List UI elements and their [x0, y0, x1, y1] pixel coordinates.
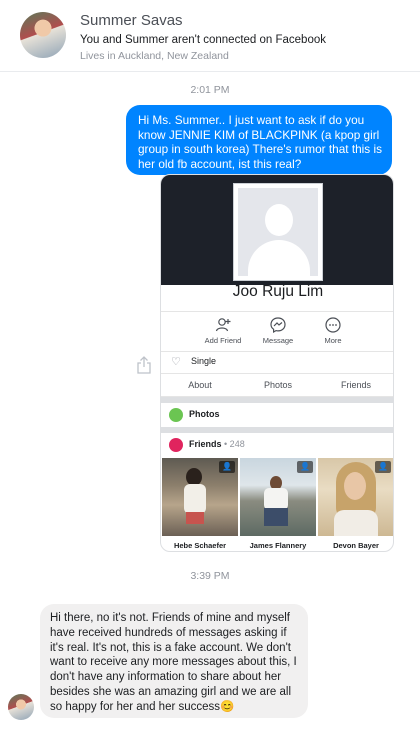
friends-label-text: Friends — [189, 439, 222, 449]
friends-section-header: Friends • 248 — [161, 433, 393, 457]
friend-photo: 👤 — [240, 458, 316, 536]
friend-badge-icon: 👤 — [375, 461, 391, 473]
friends-section-label: Friends • 248 — [189, 439, 245, 449]
share-icon[interactable] — [136, 356, 152, 374]
more-button: More — [303, 312, 363, 345]
profile-tabs: About Photos Friends — [161, 373, 393, 397]
friend-card: 👤 James Flannery — [240, 458, 316, 550]
default-head-silhouette — [265, 204, 293, 236]
message-label: Message — [262, 336, 294, 345]
relationship-row: ♡ Single — [161, 351, 393, 371]
contact-location: Lives in Auckland, New Zealand — [80, 50, 229, 62]
friend-card: 👤 Hebe Schaefer — [162, 458, 238, 550]
add-friend-label: Add Friend — [204, 336, 242, 345]
timestamp: 2:01 PM — [190, 84, 230, 96]
photos-section-header: Photos — [161, 403, 393, 427]
profile-actions: Add Friend Message More — [161, 311, 393, 349]
add-friend-icon — [215, 318, 231, 332]
friend-photo: 👤 — [162, 458, 238, 536]
conversation-header: Summer Savas You and Summer aren't conne… — [0, 0, 420, 72]
friend-badge-icon: 👤 — [297, 461, 313, 473]
timestamp: 3:39 PM — [190, 570, 230, 582]
add-friend-button: Add Friend — [193, 312, 253, 345]
heart-icon: ♡ — [171, 356, 181, 368]
more-icon — [325, 317, 341, 333]
sender-avatar[interactable] — [8, 694, 34, 720]
friend-name: James Flannery — [249, 541, 307, 550]
relationship-status: Single — [191, 356, 217, 366]
profile-picture — [233, 183, 323, 281]
tab-photos: Photos — [263, 380, 293, 390]
default-body-silhouette — [248, 240, 310, 276]
incoming-message[interactable]: Hi there, no it's not. Friends of mine a… — [40, 604, 308, 718]
tab-friends: Friends — [340, 380, 371, 390]
profile-name: Joo Ruju Lim — [232, 283, 324, 300]
contact-avatar[interactable] — [20, 12, 66, 58]
contact-name[interactable]: Summer Savas — [80, 12, 183, 29]
friends-icon — [169, 438, 183, 452]
friends-count: • 248 — [224, 439, 245, 449]
outgoing-message[interactable]: Hi Ms. Summer.. I just want to ask if do… — [126, 105, 392, 175]
friend-badge-icon: 👤 — [219, 461, 235, 473]
friend-name: Devon Bayer — [333, 541, 379, 550]
tab-about: About — [188, 380, 212, 390]
shared-profile-screenshot[interactable]: Joo Ruju Lim Add Friend Message More ♡ S… — [160, 174, 394, 552]
friend-photo: 👤 — [318, 458, 393, 536]
photos-icon — [169, 408, 183, 422]
photos-section-label: Photos — [189, 409, 220, 419]
friend-name: Hebe Schaefer — [173, 541, 227, 550]
connection-status: You and Summer aren't connected on Faceb… — [80, 34, 326, 46]
friend-card: 👤 Devon Bayer — [318, 458, 393, 550]
messenger-icon — [270, 317, 286, 334]
message-button: Message — [248, 312, 308, 345]
more-label: More — [324, 336, 342, 345]
